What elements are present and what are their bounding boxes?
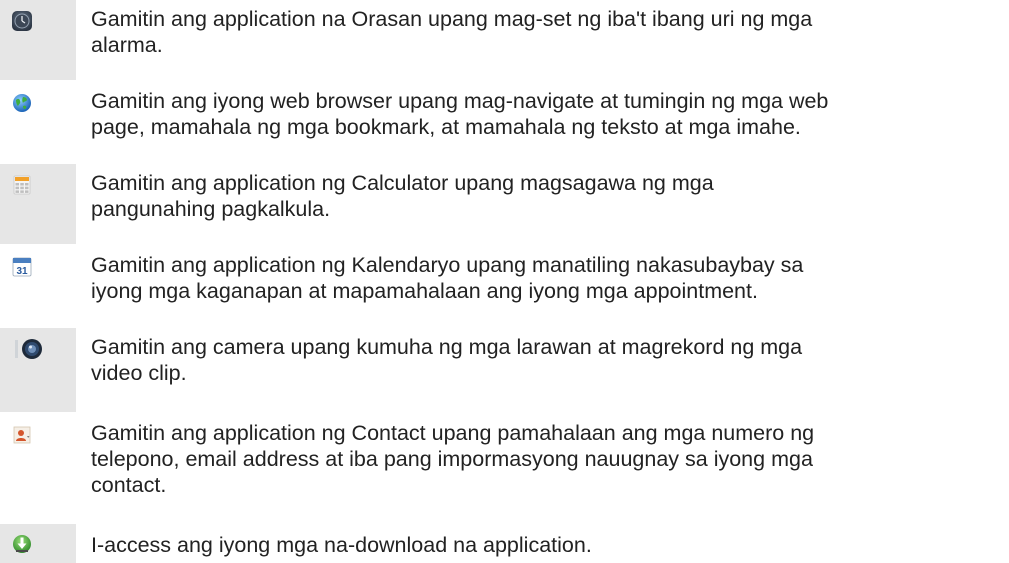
list-item-text: Gamitin ang application ng Calculator up… xyxy=(91,170,996,222)
text-line: contact. xyxy=(91,473,167,497)
text-line: Gamitin ang application ng Calculator up… xyxy=(91,171,714,195)
text-line: Gamitin ang camera upang kumuha ng mga l… xyxy=(91,335,803,359)
list-item-text: Gamitin ang application ng Kalendaryo up… xyxy=(91,252,996,304)
text-line: alarma. xyxy=(91,33,163,57)
list-item-contacts: Gamitin ang application ng Contact upang… xyxy=(0,414,1009,522)
calendar-day-number: 31 xyxy=(16,266,28,277)
list-item-text: Gamitin ang camera upang kumuha ng mga l… xyxy=(91,334,996,386)
text-line: I-access ang iyong mga na-download na ap… xyxy=(91,533,592,557)
list-item-downloads: I-access ang iyong mga na-download na ap… xyxy=(0,524,1009,563)
list-item-calculator: Gamitin ang application ng Calculator up… xyxy=(0,164,1009,244)
list-item-camera: Gamitin ang camera upang kumuha ng mga l… xyxy=(0,328,1009,412)
list-item-browser: Gamitin ang iyong web browser upang mag-… xyxy=(0,82,1009,162)
contacts-icon xyxy=(13,426,31,444)
text-line: telepono, email address at iba pang impo… xyxy=(91,447,813,471)
list-item-text: Gamitin ang iyong web browser upang mag-… xyxy=(91,88,996,140)
list-item-text: Gamitin ang application na Orasan upang … xyxy=(91,6,996,58)
text-line: Gamitin ang iyong web browser upang mag-… xyxy=(91,89,829,113)
text-line: Gamitin ang application ng Kalendaryo up… xyxy=(91,253,804,277)
list-item-calendar: 31 Gamitin ang application ng Kalendaryo… xyxy=(0,246,1009,326)
text-line: pangunahing pagkalkula. xyxy=(91,197,331,221)
globe-browser-icon xyxy=(13,94,31,112)
list-item-text: I-access ang iyong mga na-download na ap… xyxy=(91,532,996,558)
clock-icon xyxy=(12,11,32,31)
list-item-clock: Gamitin ang application na Orasan upang … xyxy=(0,0,1009,80)
text-line: Gamitin ang application ng Contact upang… xyxy=(91,421,815,445)
camera-icon xyxy=(15,339,42,359)
text-line: video clip. xyxy=(91,361,187,385)
download-icon xyxy=(13,535,31,553)
text-line: page, mamahala ng mga bookmark, at mamah… xyxy=(91,115,801,139)
calendar-icon: 31 xyxy=(12,257,32,277)
text-line: Gamitin ang application na Orasan upang … xyxy=(91,7,813,31)
list-item-text: Gamitin ang application ng Contact upang… xyxy=(91,420,996,498)
text-line: iyong mga kaganapan at mapamahalaan ang … xyxy=(91,279,758,303)
calculator-icon xyxy=(13,175,31,195)
